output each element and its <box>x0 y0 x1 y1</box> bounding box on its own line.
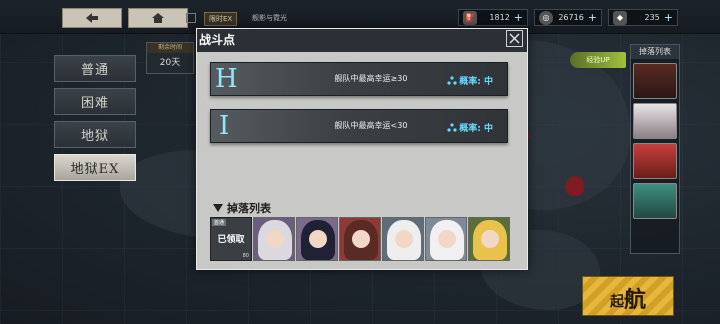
drop-portrait[interactable] <box>633 183 677 219</box>
drop-item-character[interactable] <box>468 217 510 261</box>
drops-heading: 掉落列表 <box>213 200 271 216</box>
close-icon <box>509 33 520 44</box>
tab-normal[interactable]: 普通 <box>54 55 136 82</box>
drop-portrait[interactable] <box>633 143 677 179</box>
node-probability: 概率: 中 <box>447 121 493 134</box>
sortie-button[interactable]: 起航 <box>582 276 674 316</box>
tab-hard[interactable]: 困难 <box>54 88 136 115</box>
node-letter: I <box>219 111 230 141</box>
add-oil-button[interactable]: + <box>514 11 527 24</box>
remaining-time-label: 剩余时间 <box>147 43 193 53</box>
checkbox-icon[interactable] <box>186 13 196 23</box>
tab-hell-ex[interactable]: 地狱EX <box>54 154 136 181</box>
node-condition: 舰队中最高幸运≥30 <box>334 74 408 83</box>
node-condition: 舰队中最高幸运<30 <box>334 121 408 130</box>
close-button[interactable] <box>506 30 523 47</box>
drops-list: 首通 已领取 80 <box>210 217 510 261</box>
character-face <box>438 230 456 248</box>
character-face <box>266 230 284 248</box>
node-probability: 概率: 中 <box>447 74 493 87</box>
battle-node-h[interactable]: H 舰队中最高幸运≥30 概率: 中 <box>210 62 508 96</box>
character-face <box>481 230 499 248</box>
character-face <box>395 230 413 248</box>
coin-icon: ◎ <box>539 10 553 25</box>
gem-icon: ◆ <box>613 10 627 25</box>
probability-icon <box>447 76 457 85</box>
add-gem-button[interactable]: + <box>664 11 677 24</box>
back-arrow-icon <box>86 13 98 23</box>
drop-list-panel: 掉落列表 <box>630 44 680 254</box>
remaining-time-value: 20天 <box>159 58 181 68</box>
character-face <box>352 230 370 248</box>
coin-resource: ◎ 26716 + <box>534 9 602 26</box>
event-tag: 限时EX <box>204 12 238 26</box>
add-coin-button[interactable]: + <box>588 11 601 24</box>
drop-item-character[interactable] <box>425 217 467 261</box>
drop-list-title: 掉落列表 <box>631 45 679 59</box>
drop-portrait[interactable] <box>633 103 677 139</box>
battle-point-dialog: 战斗点 H 舰队中最高幸运≥30 概率: 中 I 舰队中最高幸运<30 概率: … <box>196 28 528 270</box>
back-button[interactable] <box>62 8 122 28</box>
drop-item-character[interactable] <box>253 217 295 261</box>
probability-icon <box>447 123 457 132</box>
home-button[interactable] <box>128 8 188 28</box>
battle-node-i[interactable]: I 舰队中最高幸运<30 概率: 中 <box>210 109 508 143</box>
drop-item-character[interactable] <box>339 217 381 261</box>
gem-resource: ◆ 235 + <box>608 9 678 26</box>
oil-resource: ⛽ 1812 + <box>458 9 528 26</box>
oil-icon: ⛽ <box>463 10 477 25</box>
tab-hell[interactable]: 地狱 <box>54 121 136 148</box>
dialog-header: 战斗点 <box>197 29 527 52</box>
drop-item-claimed[interactable]: 首通 已领取 80 <box>210 217 252 261</box>
drop-portrait[interactable] <box>633 63 677 99</box>
triangle-down-icon <box>213 204 223 212</box>
event-title: 舰影与霓光 <box>252 14 287 22</box>
home-icon <box>152 13 164 23</box>
node-letter: H <box>215 64 238 94</box>
dialog-title: 战斗点 <box>199 33 236 47</box>
drop-item-character[interactable] <box>296 217 338 261</box>
drop-item-character[interactable] <box>382 217 424 261</box>
rate-up-badge: 经验UP <box>570 52 626 68</box>
remaining-time-panel: 剩余时间 20天 <box>146 42 194 74</box>
character-face <box>309 230 327 248</box>
